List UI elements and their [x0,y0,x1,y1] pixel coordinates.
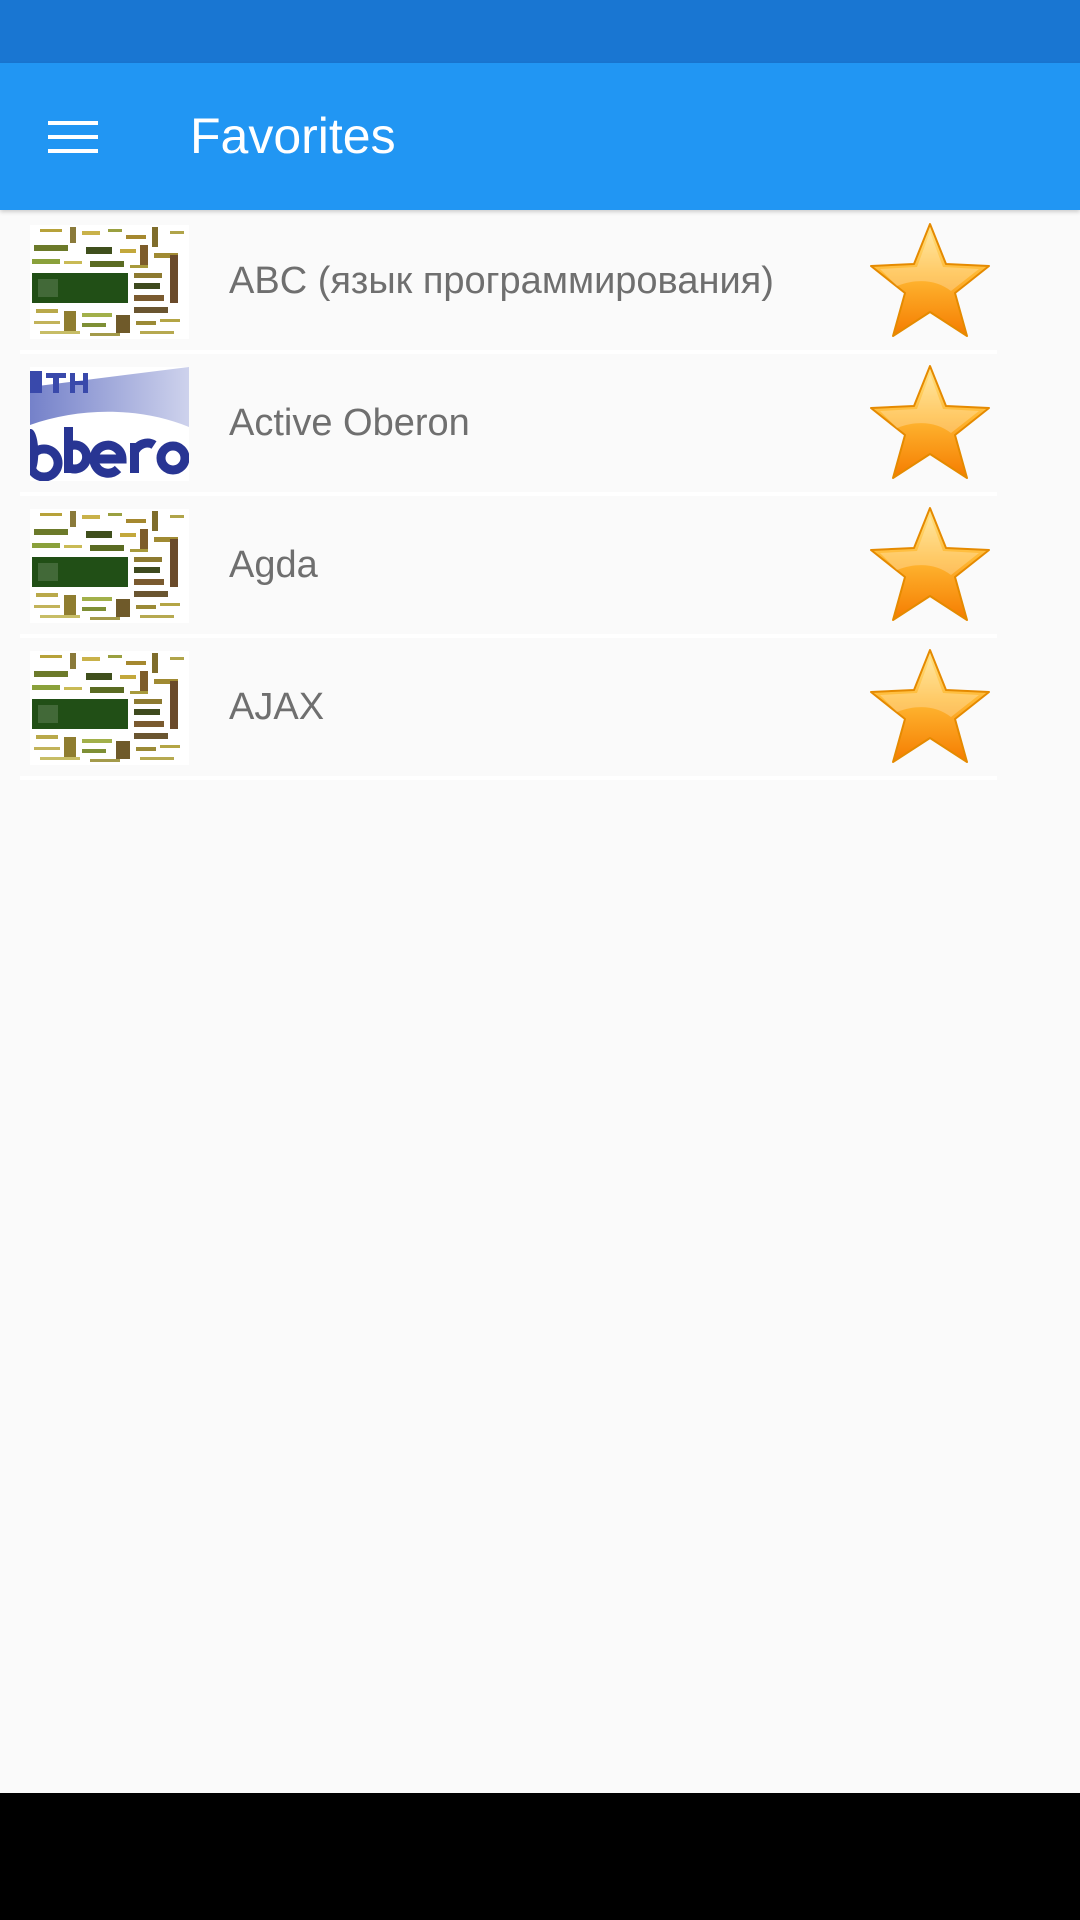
item-label: AJAX [229,686,325,728]
favorite-list-item[interactable]: ABC (язык программирования) [20,212,997,354]
programming-languages-word-cloud-icon [30,651,189,765]
item-label: Active Oberon [229,402,470,444]
star-icon [867,646,993,768]
page-title: Favorites [190,108,396,164]
programming-languages-word-cloud-icon [30,509,189,623]
oberon-logo-icon [30,367,189,481]
item-thumbnail [30,367,189,481]
favorite-toggle-button[interactable] [867,362,993,484]
programming-languages-word-cloud-icon [30,225,189,339]
item-thumbnail [30,509,189,623]
item-label: ABC (язык программирования) [229,260,774,302]
favorite-toggle-button[interactable] [867,220,993,342]
item-label: Agda [229,544,318,586]
favorite-list-item[interactable]: Active Oberon [20,354,997,496]
menu-button[interactable] [26,93,120,181]
star-icon [867,220,993,342]
favorite-toggle-button[interactable] [867,646,993,768]
hamburger-menu-icon [48,119,98,155]
system-navigation-bar [0,1793,1080,1920]
star-icon [867,362,993,484]
app-bar: Favorites [0,63,1080,210]
status-bar [0,0,1080,63]
item-thumbnail [30,225,189,339]
star-icon [867,504,993,626]
favorite-list-item[interactable]: AJAX [20,638,997,780]
favorite-list-item[interactable]: Agda [20,496,997,638]
favorites-list: ABC (язык программирования) Active Obero… [20,212,997,780]
item-thumbnail [30,651,189,765]
favorite-toggle-button[interactable] [867,504,993,626]
